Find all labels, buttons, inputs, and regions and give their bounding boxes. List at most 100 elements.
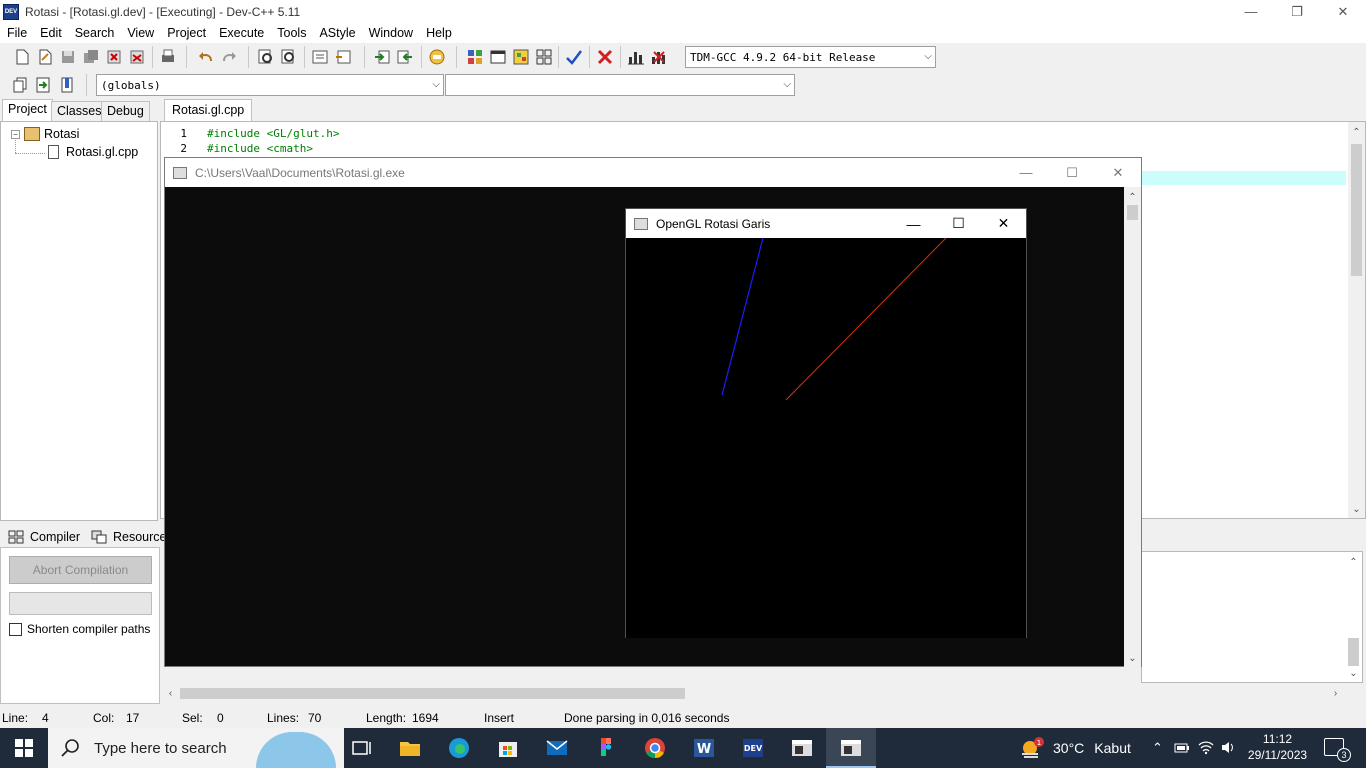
- close-file-icon[interactable]: [105, 48, 123, 66]
- menu-project[interactable]: Project: [160, 26, 212, 40]
- menu-view[interactable]: View: [120, 26, 160, 40]
- scope-select[interactable]: (globals) ⌵: [96, 74, 444, 96]
- menu-search[interactable]: Search: [68, 26, 121, 40]
- menu-file[interactable]: File: [0, 26, 33, 40]
- menu-execute[interactable]: Execute: [212, 26, 270, 40]
- remove-from-project-icon[interactable]: [396, 48, 414, 66]
- word-icon[interactable]: W: [692, 736, 716, 760]
- edge-icon[interactable]: [447, 736, 471, 760]
- horizontal-scrollbar[interactable]: ‹ ›: [162, 685, 1344, 702]
- scrollbar-thumb[interactable]: [180, 688, 685, 699]
- save-icon[interactable]: [59, 48, 77, 66]
- save-all-icon[interactable]: [82, 48, 100, 66]
- redo-icon[interactable]: [220, 48, 238, 66]
- figma-icon[interactable]: [594, 736, 618, 760]
- chrome-icon[interactable]: [643, 736, 667, 760]
- store-icon[interactable]: [496, 736, 520, 760]
- tab-rotasi-gl-cpp[interactable]: Rotasi.gl.cpp: [164, 99, 253, 121]
- menu-help[interactable]: Help: [419, 26, 458, 40]
- abort-compilation-button[interactable]: Abort Compilation: [9, 556, 152, 584]
- scrollbar-thumb[interactable]: [1127, 205, 1138, 220]
- mail-icon[interactable]: [545, 736, 569, 760]
- goto-bookmark-icon[interactable]: [34, 76, 52, 94]
- toggle-bookmark-icon[interactable]: [58, 76, 76, 94]
- console-scrollbar[interactable]: ⌃ ⌄: [1124, 187, 1141, 667]
- tab-resources[interactable]: Resources: [85, 527, 173, 547]
- console-maximize-button[interactable]: ☐: [1049, 158, 1095, 187]
- scroll-down-icon[interactable]: ⌄: [1124, 650, 1141, 667]
- tree-project-root[interactable]: − Rotasi: [11, 127, 79, 141]
- close-button[interactable]: ✕: [1320, 0, 1366, 23]
- minimize-button[interactable]: —: [1228, 0, 1274, 23]
- compile-run-icon[interactable]: [512, 48, 530, 66]
- opengl-title: OpenGL Rotasi Garis: [656, 216, 771, 231]
- insert-icon[interactable]: [11, 76, 29, 94]
- member-select[interactable]: ⌵: [445, 74, 795, 96]
- scroll-up-icon[interactable]: ⌃: [1348, 124, 1365, 141]
- scroll-left-icon[interactable]: ‹: [162, 685, 179, 702]
- scrollbar-thumb[interactable]: [1348, 638, 1359, 666]
- scroll-up-icon[interactable]: ⌃: [1124, 189, 1141, 206]
- scroll-down-icon[interactable]: ⌄: [1345, 665, 1362, 682]
- tab-project[interactable]: Project: [2, 99, 53, 121]
- console-close-button[interactable]: ✕: [1095, 158, 1141, 187]
- project-options-icon[interactable]: [428, 48, 446, 66]
- tab-classes[interactable]: Classes: [51, 101, 108, 121]
- add-to-project-icon[interactable]: [373, 48, 391, 66]
- collapse-icon[interactable]: −: [11, 129, 20, 139]
- wifi-icon[interactable]: [1198, 740, 1214, 755]
- shorten-paths-checkbox[interactable]: [9, 622, 22, 636]
- menu-astyle[interactable]: AStyle: [312, 26, 361, 40]
- tree-file-item[interactable]: Rotasi.gl.cpp: [48, 145, 138, 159]
- taskbar-search-box[interactable]: Type here to search: [48, 728, 344, 768]
- editor-vertical-scrollbar[interactable]: ⌃ ⌄: [1348, 122, 1365, 518]
- rebuild-all-icon[interactable]: [535, 48, 553, 66]
- new-file-icon[interactable]: [13, 48, 31, 66]
- find-icon[interactable]: [257, 48, 275, 66]
- compile-icon[interactable]: [466, 48, 484, 66]
- replace-icon[interactable]: [280, 48, 298, 66]
- unindent-icon[interactable]: [334, 48, 352, 66]
- file-explorer-icon[interactable]: [398, 736, 422, 760]
- menu-edit[interactable]: Edit: [33, 26, 68, 40]
- scroll-right-icon[interactable]: ›: [1327, 685, 1344, 702]
- scrollbar-thumb[interactable]: [1351, 144, 1362, 276]
- opengl-window[interactable]: OpenGL Rotasi Garis — ☐ ✕: [625, 208, 1027, 638]
- shorten-paths-option[interactable]: Shorten compiler paths: [9, 622, 150, 636]
- menu-tools[interactable]: Tools: [270, 26, 312, 40]
- syntax-check-icon[interactable]: [565, 48, 583, 66]
- tab-compiler[interactable]: Compiler: [2, 527, 80, 547]
- open-file-icon[interactable]: [36, 48, 54, 66]
- system-clock[interactable]: 11:12 29/11/2023: [1240, 731, 1315, 763]
- opengl-maximize-button[interactable]: ☐: [936, 209, 981, 238]
- console-minimize-button[interactable]: —: [1003, 158, 1049, 187]
- tab-debug[interactable]: Debug: [101, 101, 150, 121]
- compiler-log-pane[interactable]: ⌃ ⌄: [1141, 551, 1363, 683]
- battery-icon[interactable]: [1174, 741, 1190, 755]
- scroll-up-icon[interactable]: ⌃: [1345, 554, 1362, 571]
- volume-icon[interactable]: [1220, 740, 1236, 755]
- compiler-select[interactable]: TDM-GCC 4.9.2 64-bit Release ⌵: [685, 46, 936, 68]
- console-title-bar[interactable]: C:\Users\Vaal\Documents\Rotasi.gl.exe — …: [165, 158, 1141, 187]
- devcpp-icon[interactable]: DEV: [741, 736, 765, 760]
- opengl-minimize-button[interactable]: —: [891, 209, 936, 238]
- indent-icon[interactable]: [311, 48, 329, 66]
- close-all-icon[interactable]: [128, 48, 146, 66]
- stop-execution-icon[interactable]: [596, 48, 614, 66]
- restore-button[interactable]: ❐: [1274, 0, 1320, 23]
- weather-widget[interactable]: 1 30°C Kabut: [1020, 728, 1131, 768]
- menu-window[interactable]: Window: [362, 26, 419, 40]
- task-view-icon[interactable]: [350, 736, 374, 760]
- tray-overflow-chevron-icon[interactable]: ⌃: [1152, 740, 1163, 756]
- run-icon[interactable]: [489, 48, 507, 66]
- opengl-app-icon[interactable]: [839, 736, 863, 760]
- undo-icon[interactable]: [197, 48, 215, 66]
- start-button[interactable]: [0, 728, 48, 768]
- scroll-down-icon[interactable]: ⌄: [1348, 501, 1365, 518]
- delete-profile-icon[interactable]: [650, 48, 668, 66]
- opengl-close-button[interactable]: ✕: [981, 209, 1026, 238]
- profile-icon[interactable]: [627, 48, 645, 66]
- print-icon[interactable]: [159, 48, 177, 66]
- opengl-title-bar[interactable]: OpenGL Rotasi Garis — ☐ ✕: [626, 209, 1026, 238]
- console-app-icon[interactable]: [790, 736, 814, 760]
